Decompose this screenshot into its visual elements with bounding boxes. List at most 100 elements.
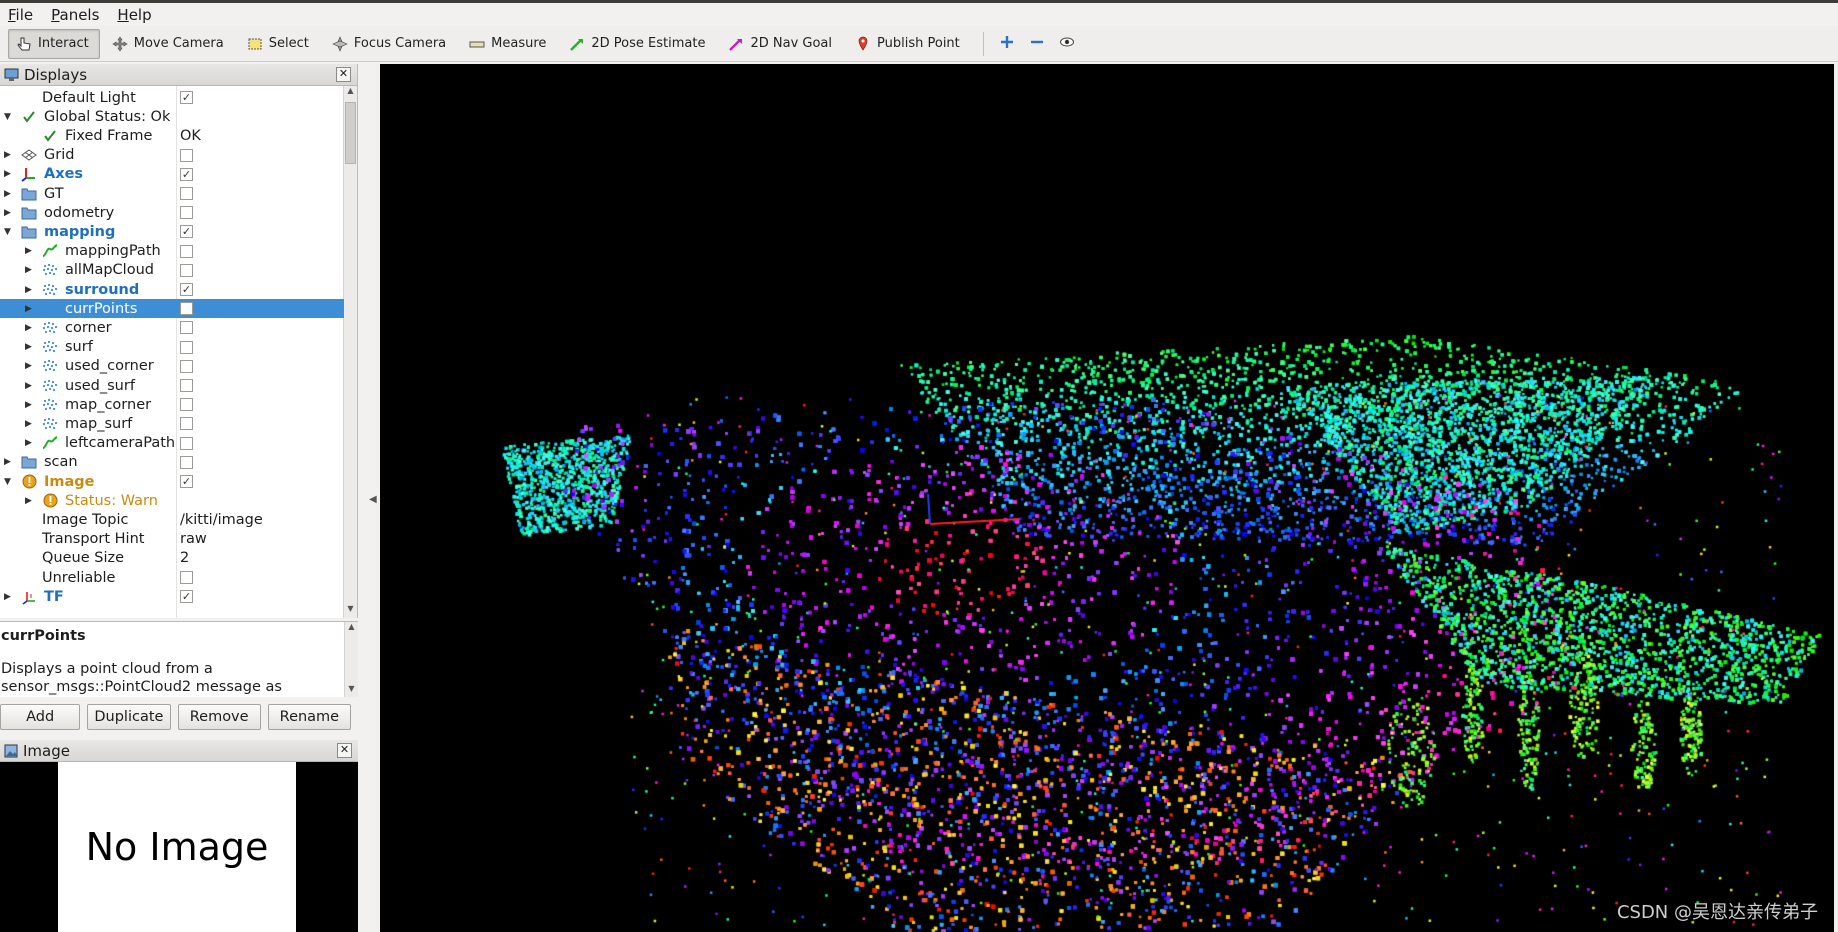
display-enable-checkbox[interactable] [180,263,193,277]
collapse-arrow-icon[interactable]: ▼ [4,477,14,487]
menu-help[interactable]: Help [113,6,155,24]
panel-splitter[interactable]: ◀ [358,64,380,932]
display-enable-checkbox[interactable]: ✓ [180,475,193,488]
expand-arrow-icon[interactable]: ▶ [25,265,35,275]
expand-arrow-icon[interactable]: ▶ [25,285,35,295]
expand-arrow-icon[interactable]: ▶ [25,400,35,410]
interact-tool-button[interactable]: Interact [8,28,100,59]
display-row-used-corner[interactable]: ▶ used_corner [0,357,344,376]
display-row-used-surf[interactable]: ▶ used_surf [0,376,344,395]
tree-scrollbar[interactable]: ▲ ▼ [343,86,357,618]
display-row-map-corner[interactable]: ▶ map_corner [0,395,344,414]
expand-arrow-icon[interactable]: ▶ [25,246,35,256]
display-row-corner[interactable]: ▶ corner [0,318,344,337]
display-row-image-topic[interactable]: Image Topic/kitti/image [0,510,344,529]
render-viewport[interactable]: CSDN @吴恩达亲传弟子 [380,64,1834,932]
display-enable-checkbox[interactable] [180,302,193,316]
collapse-arrow-icon[interactable]: ▼ [4,112,14,122]
duplicate-button[interactable]: Duplicate [87,704,171,730]
expand-arrow-icon[interactable]: ▶ [4,457,14,467]
display-row-scan[interactable]: ▶ scan [0,453,344,472]
expand-arrow-icon[interactable]: ▶ [4,150,14,160]
display-row-grid[interactable]: ▶ Grid [0,146,344,165]
scroll-down-icon[interactable]: ▼ [344,604,357,618]
display-enable-checkbox[interactable]: ✓ [180,167,193,181]
expand-arrow-icon[interactable]: ▶ [25,496,35,506]
expand-arrow-icon[interactable]: ▶ [25,304,35,314]
remove-tool-button[interactable] [1022,29,1052,59]
expand-arrow-icon[interactable]: ▶ [25,419,35,429]
display-row-value[interactable]: 2 [180,550,189,566]
display-row-odometry[interactable]: ▶ odometry [0,203,344,222]
point-cloud-canvas[interactable] [380,64,1834,932]
display-enable-checkbox[interactable]: ✓ [180,225,193,239]
scroll-up-icon[interactable]: ▲ [345,622,358,636]
display-row-fixed-frame[interactable]: Fixed Frame OK [0,126,344,145]
close-icon[interactable]: ✕ [336,67,351,82]
display-row-unreliable[interactable]: Unreliable [0,568,344,587]
menu-file[interactable]: File [4,6,37,24]
nav-goal-tool-button[interactable]: 2D Nav Goal [720,29,843,59]
display-enable-checkbox[interactable]: ✓ [180,91,193,104]
display-row-queue-size[interactable]: Queue Size 2 [0,549,344,568]
display-row-leftcamerapath[interactable]: ▶ leftcameraPath [0,434,344,453]
display-row-default-light[interactable]: Default Light ✓ [0,88,344,107]
expand-arrow-icon[interactable]: ▶ [4,208,14,218]
expand-arrow-icon[interactable]: ▶ [4,592,14,602]
display-row-transport-hint[interactable]: Transport Hint raw [0,530,344,549]
display-row-gt[interactable]: ▶ GT [0,184,344,203]
display-row-image[interactable]: ▼ Image ✓ [0,472,344,491]
display-enable-checkbox[interactable] [180,340,193,354]
display-row-surf[interactable]: ▶ surf [0,338,344,357]
display-enable-checkbox[interactable]: ✓ [180,283,193,296]
expand-arrow-icon[interactable]: ▶ [4,189,14,199]
display-enable-checkbox[interactable] [180,359,193,373]
display-row-value[interactable]: /kitti/image [180,512,263,528]
display-row-map-surf[interactable]: ▶ map_surf [0,414,344,433]
display-enable-checkbox[interactable]: ✓ [180,590,193,604]
measure-tool-button[interactable]: Measure [461,29,557,59]
add-tool-button[interactable] [992,29,1022,59]
scroll-up-icon[interactable]: ▲ [344,86,357,100]
expand-arrow-icon[interactable]: ▶ [25,342,35,352]
publish-point-tool-button[interactable]: Publish Point [847,29,971,59]
display-enable-checkbox[interactable] [180,148,193,162]
rename-button[interactable]: Rename [267,704,351,730]
expand-arrow-icon[interactable]: ▶ [25,381,35,391]
display-enable-checkbox[interactable] [180,244,193,258]
display-enable-checkbox[interactable] [180,379,193,392]
close-icon[interactable]: ✕ [337,743,352,758]
display-enable-checkbox[interactable] [180,398,193,412]
scrollbar-thumb[interactable] [345,102,356,164]
display-row-value[interactable]: OK [180,128,201,144]
view-options-button[interactable] [1052,29,1082,59]
remove-button[interactable]: Remove [177,704,261,730]
display-row-value[interactable]: raw [180,531,207,547]
display-row-status-warn[interactable]: ▶ Status: Warn [0,491,344,510]
collapse-left-icon[interactable]: ◀ [369,494,377,505]
display-enable-checkbox[interactable] [180,321,193,335]
display-enable-checkbox[interactable] [180,417,193,431]
select-tool-button[interactable]: Select [239,29,320,59]
description-scrollbar[interactable]: ▲ ▼ [344,622,358,697]
display-row-allmapcloud[interactable]: ▶ allMapCloud [0,261,344,280]
display-row-mapping[interactable]: ▼ mapping ✓ [0,222,344,241]
display-row-tf[interactable]: ▶ TF ✓ [0,587,344,606]
display-enable-checkbox[interactable] [180,571,193,584]
add-button[interactable]: Add [0,704,81,730]
collapse-arrow-icon[interactable]: ▼ [4,227,14,237]
display-enable-checkbox[interactable] [180,455,193,469]
display-enable-checkbox[interactable] [180,206,193,220]
move-camera-tool-button[interactable]: Move Camera [104,29,235,59]
scroll-down-icon[interactable]: ▼ [345,684,358,697]
display-row-surround[interactable]: ▶ surround ✓ [0,280,344,299]
expand-arrow-icon[interactable]: ▶ [25,323,35,333]
expand-arrow-icon[interactable]: ▶ [4,169,14,179]
display-row-axes[interactable]: ▶ Axes ✓ [0,165,344,184]
pose-estimate-tool-button[interactable]: 2D Pose Estimate [561,29,716,59]
display-row-currpoints[interactable]: ▶ currPoints [0,299,344,319]
display-row-global-status-ok[interactable]: ▼ Global Status: Ok [0,107,344,126]
display-row-mappingpath[interactable]: ▶ mappingPath [0,242,344,261]
expand-arrow-icon[interactable]: ▶ [25,438,35,448]
expand-arrow-icon[interactable]: ▶ [25,361,35,371]
